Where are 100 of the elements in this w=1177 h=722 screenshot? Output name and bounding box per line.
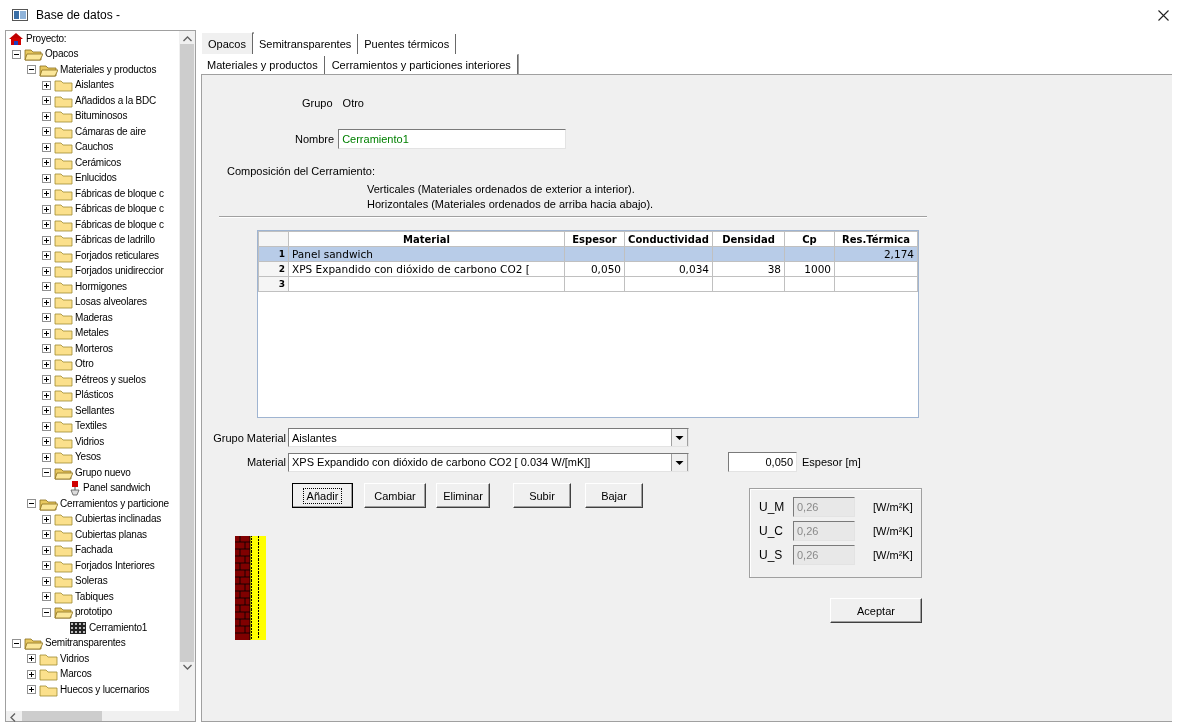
tree-item[interactable]: Panel sandwich <box>81 481 151 496</box>
tree-toggle[interactable] <box>41 127 51 137</box>
tree-toggle[interactable] <box>41 80 51 90</box>
tree-item[interactable]: Vidrios <box>73 434 104 449</box>
tree-toggle[interactable] <box>11 49 21 59</box>
tree-item[interactable]: prototipo <box>73 605 113 620</box>
tree-item[interactable]: Tabiques <box>73 589 114 604</box>
tree-toggle[interactable] <box>26 65 36 75</box>
tree-item[interactable]: Cubiertas planas <box>73 527 147 542</box>
tree-toggle[interactable] <box>41 592 51 602</box>
push-button[interactable]: Subir <box>513 483 571 508</box>
tree-toggle[interactable] <box>41 530 51 540</box>
tree-item[interactable]: Fábricas de bloque c <box>73 186 164 201</box>
tree-item[interactable]: Semitransparentes <box>43 636 126 651</box>
caret-icon[interactable] <box>671 453 688 471</box>
dropdown[interactable]: XPS Expandido con dióxido de carbono CO2 [ 0.034 W/[mK]] <box>288 452 689 472</box>
tree-toggle[interactable] <box>41 313 51 323</box>
tree-item[interactable]: Textiles <box>73 419 107 434</box>
tree-toggle[interactable] <box>26 685 36 695</box>
tree-item[interactable]: Forjados unidireccior <box>73 264 164 279</box>
column-header[interactable]: Densidad <box>712 231 785 247</box>
tree-toggle[interactable] <box>11 638 21 648</box>
table-row[interactable]: 2 XPS Expandido con dióxido de carbono CO2 [ 0,050 0,034 38 1000 <box>258 261 918 277</box>
accept-button[interactable]: Aceptar <box>830 598 922 623</box>
column-header[interactable]: Res.Térmica <box>834 231 918 247</box>
tree-item[interactable]: Huecos y lucernarios <box>58 682 150 697</box>
tree-item[interactable]: Soleras <box>73 574 108 589</box>
table-row[interactable]: 3 <box>258 276 918 292</box>
tree-item[interactable]: Morteros <box>73 341 113 356</box>
tree-item[interactable]: Otro <box>73 357 94 372</box>
tree-item[interactable]: Yesos <box>73 450 101 465</box>
tree-item[interactable]: Opacos <box>43 47 79 62</box>
push-button[interactable]: Bajar <box>585 483 643 508</box>
tree-item[interactable]: Plásticos <box>73 388 114 403</box>
tree-item[interactable]: Cerámicos <box>73 155 121 170</box>
input-field[interactable]: Cerramiento1 <box>338 129 567 149</box>
tree-item[interactable]: Cámaras de aire <box>73 124 146 139</box>
tree-toggle[interactable] <box>41 158 51 168</box>
tree-item[interactable]: Fábricas de bloque c <box>73 217 164 232</box>
tree-toggle[interactable] <box>41 173 51 183</box>
tree-item[interactable]: Aislantes <box>73 78 114 93</box>
tree-toggle[interactable] <box>41 220 51 230</box>
tree-item[interactable]: Enlucidos <box>73 171 117 186</box>
tree-toggle[interactable] <box>41 406 51 416</box>
column-header[interactable]: Cp <box>784 231 835 247</box>
push-button[interactable]: Eliminar <box>436 483 490 508</box>
tree-item[interactable]: Losas alveolares <box>73 295 147 310</box>
tree-toggle[interactable] <box>41 344 51 354</box>
tree-item[interactable]: Cerramientos y particione <box>58 496 169 511</box>
tree-toggle[interactable] <box>41 266 51 276</box>
tree-toggle[interactable] <box>26 669 36 679</box>
input-field[interactable]: 0,050 <box>728 452 797 472</box>
tree-toggle[interactable] <box>41 204 51 214</box>
tree-item[interactable]: Materiales y productos <box>58 62 157 77</box>
tree-item[interactable]: Cubiertas inclinadas <box>73 512 162 527</box>
tree-item[interactable]: Vidrios <box>58 651 89 666</box>
tree-item[interactable]: Fachada <box>73 543 113 558</box>
tab[interactable]: Semitransparentes <box>252 34 359 54</box>
tree-toggle[interactable] <box>41 561 51 571</box>
tree-toggle[interactable] <box>41 421 51 431</box>
tree-item[interactable]: Cerramiento1 <box>87 620 148 635</box>
tree-toggle[interactable] <box>41 251 51 261</box>
tree-toggle[interactable] <box>41 189 51 199</box>
tree-item[interactable]: Metales <box>73 326 109 341</box>
scroll-down-icon[interactable] <box>182 664 192 670</box>
tree-toggle[interactable] <box>41 96 51 106</box>
tree-item[interactable]: Forjados Interiores <box>73 558 155 573</box>
tree-item[interactable]: Sellantes <box>73 403 115 418</box>
tree-toggle[interactable] <box>41 545 51 555</box>
tree-item[interactable]: Fábricas de bloque c <box>73 202 164 217</box>
tree-toggle[interactable] <box>26 654 36 664</box>
tree-item[interactable]: Cauchos <box>73 140 114 155</box>
tree-toggle[interactable] <box>41 375 51 385</box>
tree-item[interactable]: Fábricas de ladrillo <box>73 233 155 248</box>
tree-toggle[interactable] <box>41 297 51 307</box>
table-row[interactable]: 1 Panel sandwich 2,174 <box>258 246 918 262</box>
tree-item[interactable]: Bituminosos <box>73 109 128 124</box>
scroll-left-icon[interactable] <box>10 713 16 722</box>
tree-item[interactable]: Marcos <box>58 667 92 682</box>
push-button[interactable]: Añadir <box>292 483 353 508</box>
tree-toggle[interactable] <box>41 437 51 447</box>
tree-toggle[interactable] <box>41 468 51 478</box>
tab[interactable]: Opacos <box>201 32 253 54</box>
scroll-up-icon[interactable] <box>182 36 192 42</box>
tree-toggle[interactable] <box>41 359 51 369</box>
tree-toggle[interactable] <box>41 514 51 524</box>
tree-toggle[interactable] <box>41 142 51 152</box>
tree-item[interactable]: Proyecto: <box>24 31 67 46</box>
tree-toggle[interactable] <box>41 390 51 400</box>
tree-item[interactable]: Pétreos y suelos <box>73 372 146 387</box>
dropdown[interactable]: Aislantes <box>288 428 689 447</box>
tree-toggle[interactable] <box>41 282 51 292</box>
close-icon[interactable] <box>1158 9 1169 21</box>
tree-toggle[interactable] <box>41 452 51 462</box>
push-button[interactable]: Cambiar <box>364 483 426 508</box>
tree-toggle[interactable] <box>41 235 51 245</box>
tree-toggle[interactable] <box>41 607 51 617</box>
caret-icon[interactable] <box>671 429 688 446</box>
tree-item[interactable]: Maderas <box>73 310 113 325</box>
tree-toggle[interactable] <box>41 328 51 338</box>
